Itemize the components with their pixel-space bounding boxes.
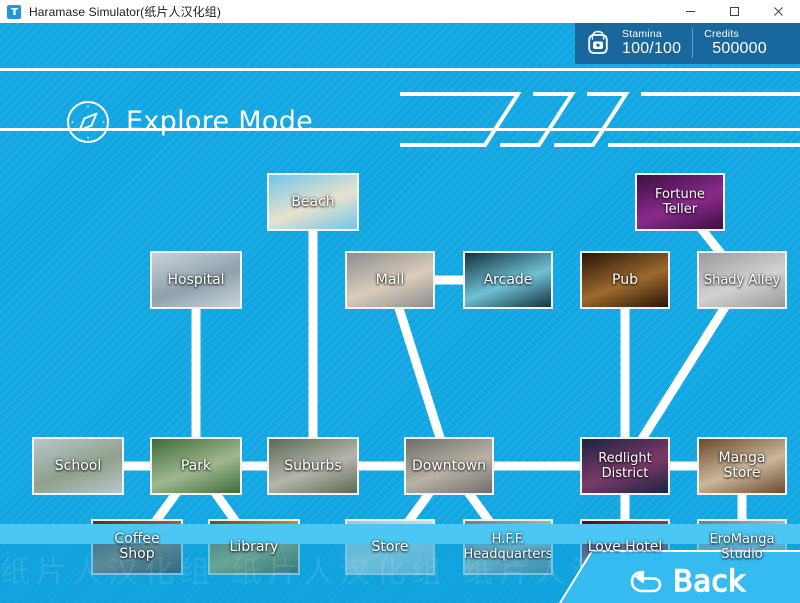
- map-node-label: Library: [227, 540, 282, 555]
- minimize-icon[interactable]: [668, 0, 712, 23]
- credits-stat: Credits 500000: [692, 28, 778, 58]
- map-node-label: Pub: [609, 273, 641, 288]
- application-window: Haramase Simulator(纸片人汉化组): [0, 0, 800, 603]
- map-node-fortune[interactable]: Fortune Teller: [635, 173, 725, 231]
- back-button[interactable]: Back: [630, 566, 745, 596]
- hud-panel: Stamina 100/100 Credits 500000: [575, 23, 800, 64]
- credits-value: 500000: [704, 40, 767, 58]
- map-node-label: Love Hotel: [585, 540, 666, 555]
- location-map: Beach Fortune Teller Hospital Mall Arcade Pub…: [0, 133, 800, 533]
- map-node-label: Beach: [288, 195, 337, 210]
- map-node-arcade[interactable]: Arcade: [463, 251, 553, 309]
- map-node-mall[interactable]: Mall: [345, 251, 435, 309]
- map-node-label: Suburbs: [281, 459, 344, 474]
- map-node-label: H.F.F. Headquarters: [463, 532, 553, 562]
- map-node-label: School: [52, 459, 104, 474]
- stamina-stat: Stamina 100/100: [611, 28, 692, 58]
- maximize-icon[interactable]: [712, 0, 756, 23]
- map-node-label: Hospital: [164, 273, 227, 288]
- window-controls: [668, 0, 800, 23]
- map-node-label: Store: [368, 540, 411, 555]
- map-node-label: Redlight District: [582, 451, 668, 481]
- map-node-pub[interactable]: Pub: [580, 251, 670, 309]
- map-node-label: Downtown: [409, 459, 489, 474]
- map-node-school[interactable]: School: [32, 437, 124, 495]
- map-node-label: Manga Store: [699, 451, 785, 481]
- map-node-suburbs[interactable]: Suburbs: [267, 437, 359, 495]
- backpack-icon: [585, 29, 611, 57]
- map-node-downtown[interactable]: Downtown: [404, 437, 494, 495]
- window-title: Haramase Simulator(纸片人汉化组): [29, 3, 221, 20]
- credits-amount: 500000: [712, 40, 767, 57]
- stamina-value: 100/100: [622, 40, 681, 58]
- game-app-icon: [7, 5, 21, 19]
- map-node-label: Mall: [373, 273, 407, 288]
- map-node-label: Coffee Shop: [93, 532, 181, 562]
- stamina-label: Stamina: [622, 28, 681, 40]
- map-node-park[interactable]: Park: [150, 437, 242, 495]
- map-node-manga[interactable]: Manga Store: [697, 437, 787, 495]
- mode-header-band: [0, 68, 800, 131]
- back-button-label: Back: [673, 566, 745, 596]
- map-node-label: Park: [178, 459, 214, 474]
- close-icon[interactable]: [756, 0, 800, 23]
- title-bar: Haramase Simulator(纸片人汉化组): [0, 0, 800, 24]
- map-node-beach[interactable]: Beach: [267, 173, 359, 231]
- game-viewport: Stamina 100/100 Credits 500000 Explore M…: [0, 23, 800, 603]
- map-node-label: EroManga Studio: [699, 532, 785, 562]
- credits-label: Credits: [704, 28, 767, 40]
- map-node-label: Shady Alley: [701, 273, 783, 288]
- map-node-redlight[interactable]: Redlight District: [580, 437, 670, 495]
- map-node-label: Fortune Teller: [637, 187, 723, 217]
- map-node-shady[interactable]: Shady Alley: [697, 251, 787, 309]
- map-node-label: Arcade: [481, 273, 536, 288]
- map-node-hospital[interactable]: Hospital: [150, 251, 242, 309]
- back-arrow-icon: [630, 568, 664, 595]
